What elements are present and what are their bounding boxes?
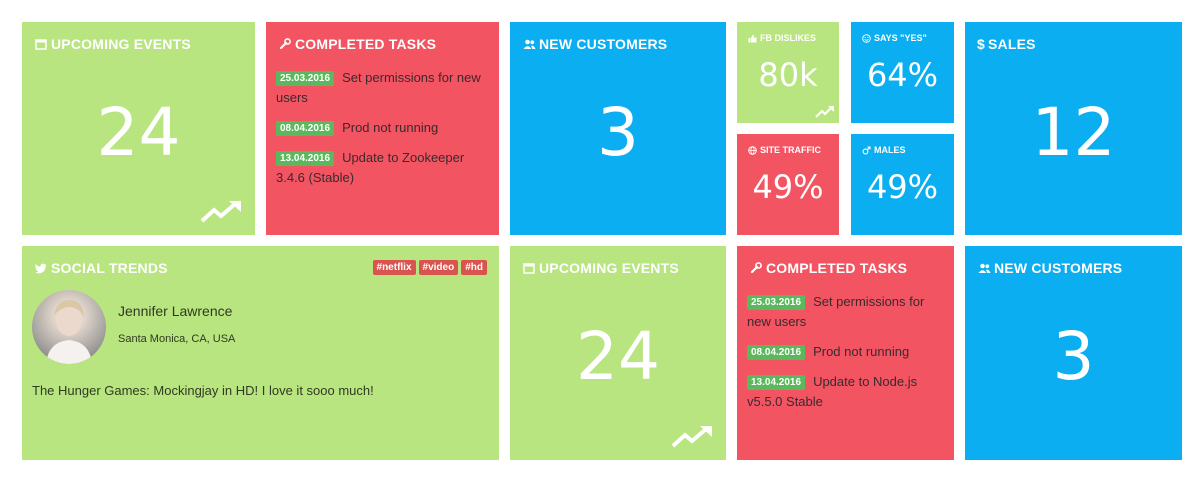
says-yes-value: 64% [866, 56, 939, 94]
user-name[interactable]: Jennifer Lawrence [118, 303, 232, 319]
tile-title: New Customers [977, 260, 1122, 276]
site-traffic-tile[interactable]: Site Traffic 49% [737, 134, 839, 235]
users-icon [522, 37, 536, 51]
thumbs-up-icon [747, 33, 757, 43]
date-badge: 25.03.2016 [276, 71, 335, 86]
task-list: 25.03.2016 Set permissions for new users … [747, 292, 946, 422]
hashtag-badge[interactable]: #hd [461, 260, 487, 275]
new-customers-count: 3 [1052, 318, 1095, 395]
male-icon [861, 145, 871, 155]
wrench-icon [749, 261, 763, 275]
task-list: 25.03.2016 Set permissions for new users … [276, 68, 491, 198]
date-badge: 25.03.2016 [747, 295, 806, 310]
trending-up-icon [200, 201, 241, 223]
says-yes-tile[interactable]: Says "Yes" 64% [851, 22, 954, 123]
hashtag-list: #netflix #video #hd [372, 260, 487, 275]
tile-title: Completed Tasks [278, 36, 436, 52]
new-customers-tile[interactable]: New Customers 3 [510, 22, 726, 235]
tile-title: Says "Yes" [861, 33, 927, 43]
calendar-icon [34, 37, 48, 51]
tile-title: Site Traffic [747, 145, 821, 155]
males-value: 49% [866, 168, 939, 206]
upcoming-events-count: 24 [576, 318, 660, 395]
tile-title: FB Dislikes [747, 33, 816, 43]
smile-icon [861, 33, 871, 43]
completed-tasks-tile[interactable]: Completed Tasks 25.03.2016 Set permission… [737, 246, 954, 460]
fb-dislikes-tile[interactable]: FB Dislikes 80k [737, 22, 839, 123]
upcoming-events-tile[interactable]: Upcoming Events 24 [510, 246, 726, 460]
globe-icon [747, 145, 757, 155]
avatar[interactable] [32, 290, 106, 364]
list-item[interactable]: 25.03.2016 Set permissions for new users [276, 68, 491, 108]
upcoming-events-count: 24 [96, 94, 181, 171]
tile-title: $ Sales [977, 36, 1036, 52]
date-badge: 08.04.2016 [276, 121, 335, 136]
dollar-icon: $ [977, 36, 985, 52]
trending-up-icon [815, 106, 834, 118]
tile-title: New Customers [522, 36, 667, 52]
date-badge: 08.04.2016 [747, 345, 806, 360]
list-item[interactable]: 13.04.2016 Update to Zookeeper 3.4.6 (Sta… [276, 148, 491, 188]
males-tile[interactable]: Males 49% [851, 134, 954, 235]
tweet-text: The Hunger Games: Mockingjay in HD! I lo… [32, 383, 374, 398]
list-item[interactable]: 25.03.2016 Set permissions for new users [747, 292, 946, 332]
tile-title: Males [861, 145, 906, 155]
wrench-icon [278, 37, 292, 51]
sales-count: 12 [1031, 94, 1116, 171]
upcoming-events-tile[interactable]: Upcoming Events 24 [22, 22, 255, 235]
tile-title: Upcoming Events [522, 260, 679, 276]
completed-tasks-tile[interactable]: Completed Tasks 25.03.2016 Set permission… [266, 22, 499, 235]
tile-title: Upcoming Events [34, 36, 191, 52]
fb-dislikes-value: 80k [758, 56, 818, 94]
hashtag-badge[interactable]: #video [418, 260, 459, 275]
hashtag-badge[interactable]: #netflix [372, 260, 416, 275]
date-badge: 13.04.2016 [276, 151, 335, 166]
tile-title: Completed Tasks [749, 260, 907, 276]
list-item[interactable]: 13.04.2016 Update to Node.js v5.5.0 Stabl… [747, 372, 946, 412]
sales-tile[interactable]: $ Sales 12 [965, 22, 1182, 235]
users-icon [977, 261, 991, 275]
site-traffic-value: 49% [752, 168, 824, 206]
tile-title: Social Trends [34, 260, 168, 276]
twitter-icon [34, 261, 48, 275]
new-customers-tile[interactable]: New Customers 3 [965, 246, 1182, 460]
list-item[interactable]: 08.04.2016 Prod not running [747, 342, 946, 362]
new-customers-count: 3 [597, 94, 639, 171]
social-trends-tile[interactable]: Social Trends #netflix #video #hd Jennif… [22, 246, 499, 460]
list-item[interactable]: 08.04.2016 Prod not running [276, 118, 491, 138]
calendar-icon [522, 261, 536, 275]
trending-up-icon [671, 426, 712, 448]
date-badge: 13.04.2016 [747, 375, 806, 390]
user-location: Santa Monica, CA, USA [118, 333, 236, 345]
